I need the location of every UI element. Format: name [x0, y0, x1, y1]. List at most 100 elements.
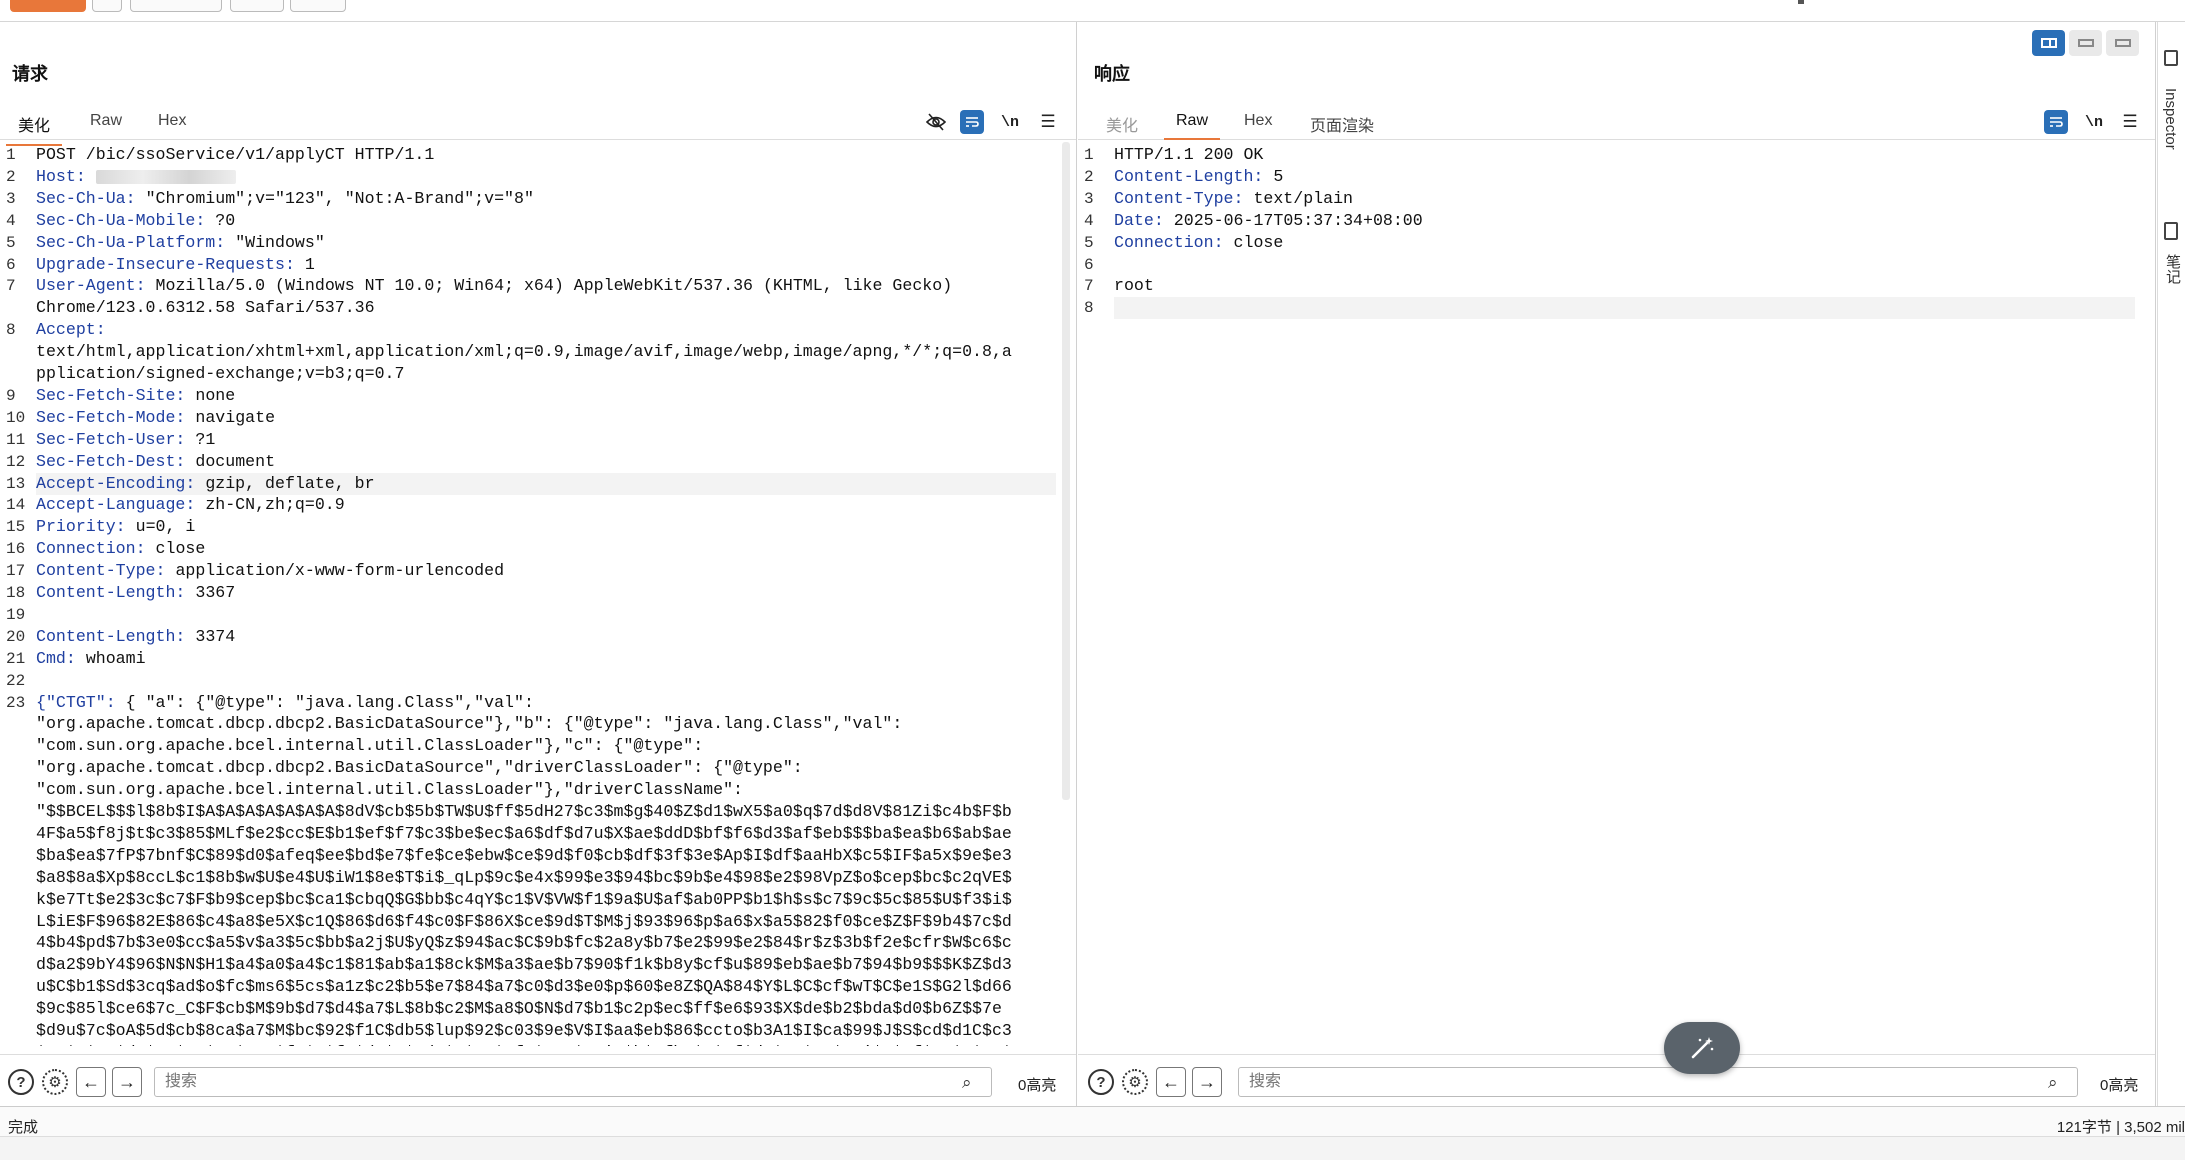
newline-toggle[interactable]: \n: [2082, 110, 2106, 134]
header-colon: :: [115, 517, 126, 537]
request-line: Chrome/123.0.6312.58 Safari/537.36: [0, 297, 1060, 319]
line-number: 6: [1084, 255, 1094, 274]
newline-toggle[interactable]: \n: [998, 110, 1022, 134]
notes-icon[interactable]: [2164, 222, 2178, 240]
line-content: pplication/signed-exchange;v=b3;q=0.7: [36, 364, 405, 383]
word-wrap-icon[interactable]: [960, 110, 984, 134]
request-line: 9 Sec-Fetch-Site: none: [0, 385, 1060, 407]
header-value: document: [195, 451, 276, 471]
request-line: 5 Sec-Ch-Ua-Platform: "Windows": [0, 232, 1060, 254]
send-button[interactable]: [10, 0, 86, 12]
line-number: 19: [6, 605, 26, 624]
menu-icon[interactable]: ☰: [2118, 110, 2142, 134]
response-line: 1 HTTP/1.1 200 OK: [1078, 144, 2139, 166]
request-line: 12 Sec-Fetch-Dest: document: [0, 451, 1060, 473]
settings-button[interactable]: [92, 0, 122, 12]
tab-response-render[interactable]: 页面渲染: [1304, 112, 1380, 136]
help-icon[interactable]: ?: [8, 1069, 34, 1095]
response-search-input[interactable]: [1238, 1067, 2078, 1097]
line-content: $Ja$Q$tM$d5$e5$DY$88$867$f0$s$f5$d9$y$cd…: [36, 1042, 1060, 1046]
line-number: [0, 341, 36, 363]
cancel-button[interactable]: [130, 0, 222, 12]
settings-gear-icon[interactable]: ⚙: [1122, 1069, 1148, 1095]
request-scrollbar[interactable]: [1062, 142, 1070, 800]
bottom-strip: [0, 1136, 2185, 1160]
response-line: 8: [1078, 297, 2139, 319]
request-line: 16 Connection: close: [0, 538, 1060, 560]
line-content: HTTP/1.1 200 OK: [1114, 145, 1264, 164]
inspector-icon[interactable]: [2164, 50, 2178, 66]
header-name: Priority: [36, 517, 116, 537]
line-number: 23: [6, 693, 26, 712]
response-line: 3 Content-Type: text/plain: [1078, 188, 2139, 210]
search-prev-button[interactable]: ←: [76, 1067, 106, 1097]
line-number: 3: [1084, 189, 1094, 208]
header-value: 1: [304, 254, 315, 274]
line-number: 21: [6, 649, 26, 668]
tab-request-raw[interactable]: Raw: [84, 112, 128, 130]
hide-eye-icon[interactable]: [924, 110, 948, 134]
request-pane: 请求 美化 Raw Hex \n ☰ 1 POST /bic/ssoService…: [0, 22, 1077, 1106]
forward-button[interactable]: [290, 0, 346, 12]
request-search-input[interactable]: [154, 1067, 992, 1097]
response-line: 5 Connection: close: [1078, 232, 2139, 254]
menu-icon[interactable]: ☰: [1036, 110, 1060, 134]
line-content: POST /bic/ssoService/v1/applyCT HTTP/1.1: [36, 145, 435, 164]
word-wrap-icon[interactable]: [2044, 110, 2068, 134]
help-icon[interactable]: ?: [1088, 1069, 1114, 1095]
header-name: Sec-Ch-Ua: [36, 188, 126, 208]
line-number: 18: [6, 584, 26, 602]
request-line: 21 Cmd: whoami: [0, 648, 1060, 670]
settings-gear-icon[interactable]: ⚙: [42, 1069, 68, 1095]
response-editor[interactable]: 1 HTTP/1.1 200 OK 2 Content-Length: 5 3 Conte…: [1078, 142, 2155, 1046]
header-colon: :: [175, 429, 186, 449]
line-number: 3: [6, 189, 16, 208]
tab-response-hex[interactable]: Hex: [1238, 112, 1278, 130]
header-value: "Chromium";v="123", "Not:A-Brand";v="8": [145, 188, 534, 208]
back-button[interactable]: [230, 0, 284, 12]
header-value: 3374: [195, 626, 236, 646]
line-content: "com.sun.org.apache.bcel.internal.util.C…: [36, 736, 704, 756]
line-number: 5: [6, 233, 16, 252]
target-icon[interactable]: [1798, 0, 1804, 4]
line-content: Date: 2025-06-17T05:37:34+08:00: [1114, 210, 2139, 232]
search-icon: ⌕: [962, 1073, 972, 1092]
header-colon: :: [1253, 166, 1264, 186]
header-colon: :: [135, 539, 146, 559]
tab-request-pretty[interactable]: 美化: [5, 112, 63, 146]
line-content: {"CTGT": { "a": {"@type": "java.lang.Cla…: [36, 692, 1060, 714]
line-number: 1: [6, 146, 16, 164]
line-number: [0, 998, 36, 1020]
line-content: User-Agent: Mozilla/5.0 (Windows NT 10.0…: [36, 275, 1060, 297]
request-line: $9c$85l$ce6$7c_C$F$cb$M$9b$d7$d4$a7$L$8b…: [0, 998, 1060, 1020]
header-colon: :: [175, 407, 186, 427]
header-colon: :: [75, 166, 86, 186]
search-prev-button[interactable]: ←: [1156, 1067, 1186, 1097]
tab-request-hex[interactable]: Hex: [152, 112, 192, 130]
request-editor[interactable]: 1 POST /bic/ssoService/v1/applyCT HTTP/1.…: [0, 142, 1076, 1046]
line-content: Connection: close: [36, 538, 1060, 560]
single-layout-button[interactable]: [2106, 30, 2139, 56]
response-tabs: 美化 Raw Hex 页面渲染 \n ☰: [1078, 88, 2155, 140]
response-line: 6: [1078, 254, 2139, 276]
magic-wand-button[interactable]: [1664, 1022, 1740, 1074]
request-title: 请求: [12, 64, 48, 84]
tab-response-raw[interactable]: Raw: [1163, 112, 1221, 140]
search-icon: ⌕: [2048, 1073, 2058, 1092]
line-number: 15: [6, 518, 26, 537]
line-content: Sec-Fetch-Site: none: [36, 385, 1060, 407]
stacked-layout-button[interactable]: [2069, 30, 2102, 56]
header-name: Accept: [36, 320, 96, 340]
search-next-button[interactable]: →: [112, 1067, 142, 1097]
search-next-button[interactable]: →: [1192, 1067, 1222, 1097]
line-number: 2: [6, 167, 16, 186]
request-search-bar: ? ⚙ ← → ⌕ 0高亮: [0, 1054, 1076, 1106]
header-name: Sec-Fetch-User: [36, 429, 176, 449]
request-line: $a8$8a$Xp$8ccL$c1$8b$w$U$e4$U$iW1$8e$T$i…: [0, 867, 1060, 889]
inspector-tab[interactable]: Inspector: [2162, 88, 2179, 150]
header-value: gzip, deflate, br: [205, 473, 375, 493]
notes-tab[interactable]: 笔记: [2162, 254, 2183, 284]
side-by-side-layout-button[interactable]: [2032, 30, 2065, 56]
tab-response-pretty[interactable]: 美化: [1100, 112, 1144, 136]
line-content: [36, 604, 1060, 626]
